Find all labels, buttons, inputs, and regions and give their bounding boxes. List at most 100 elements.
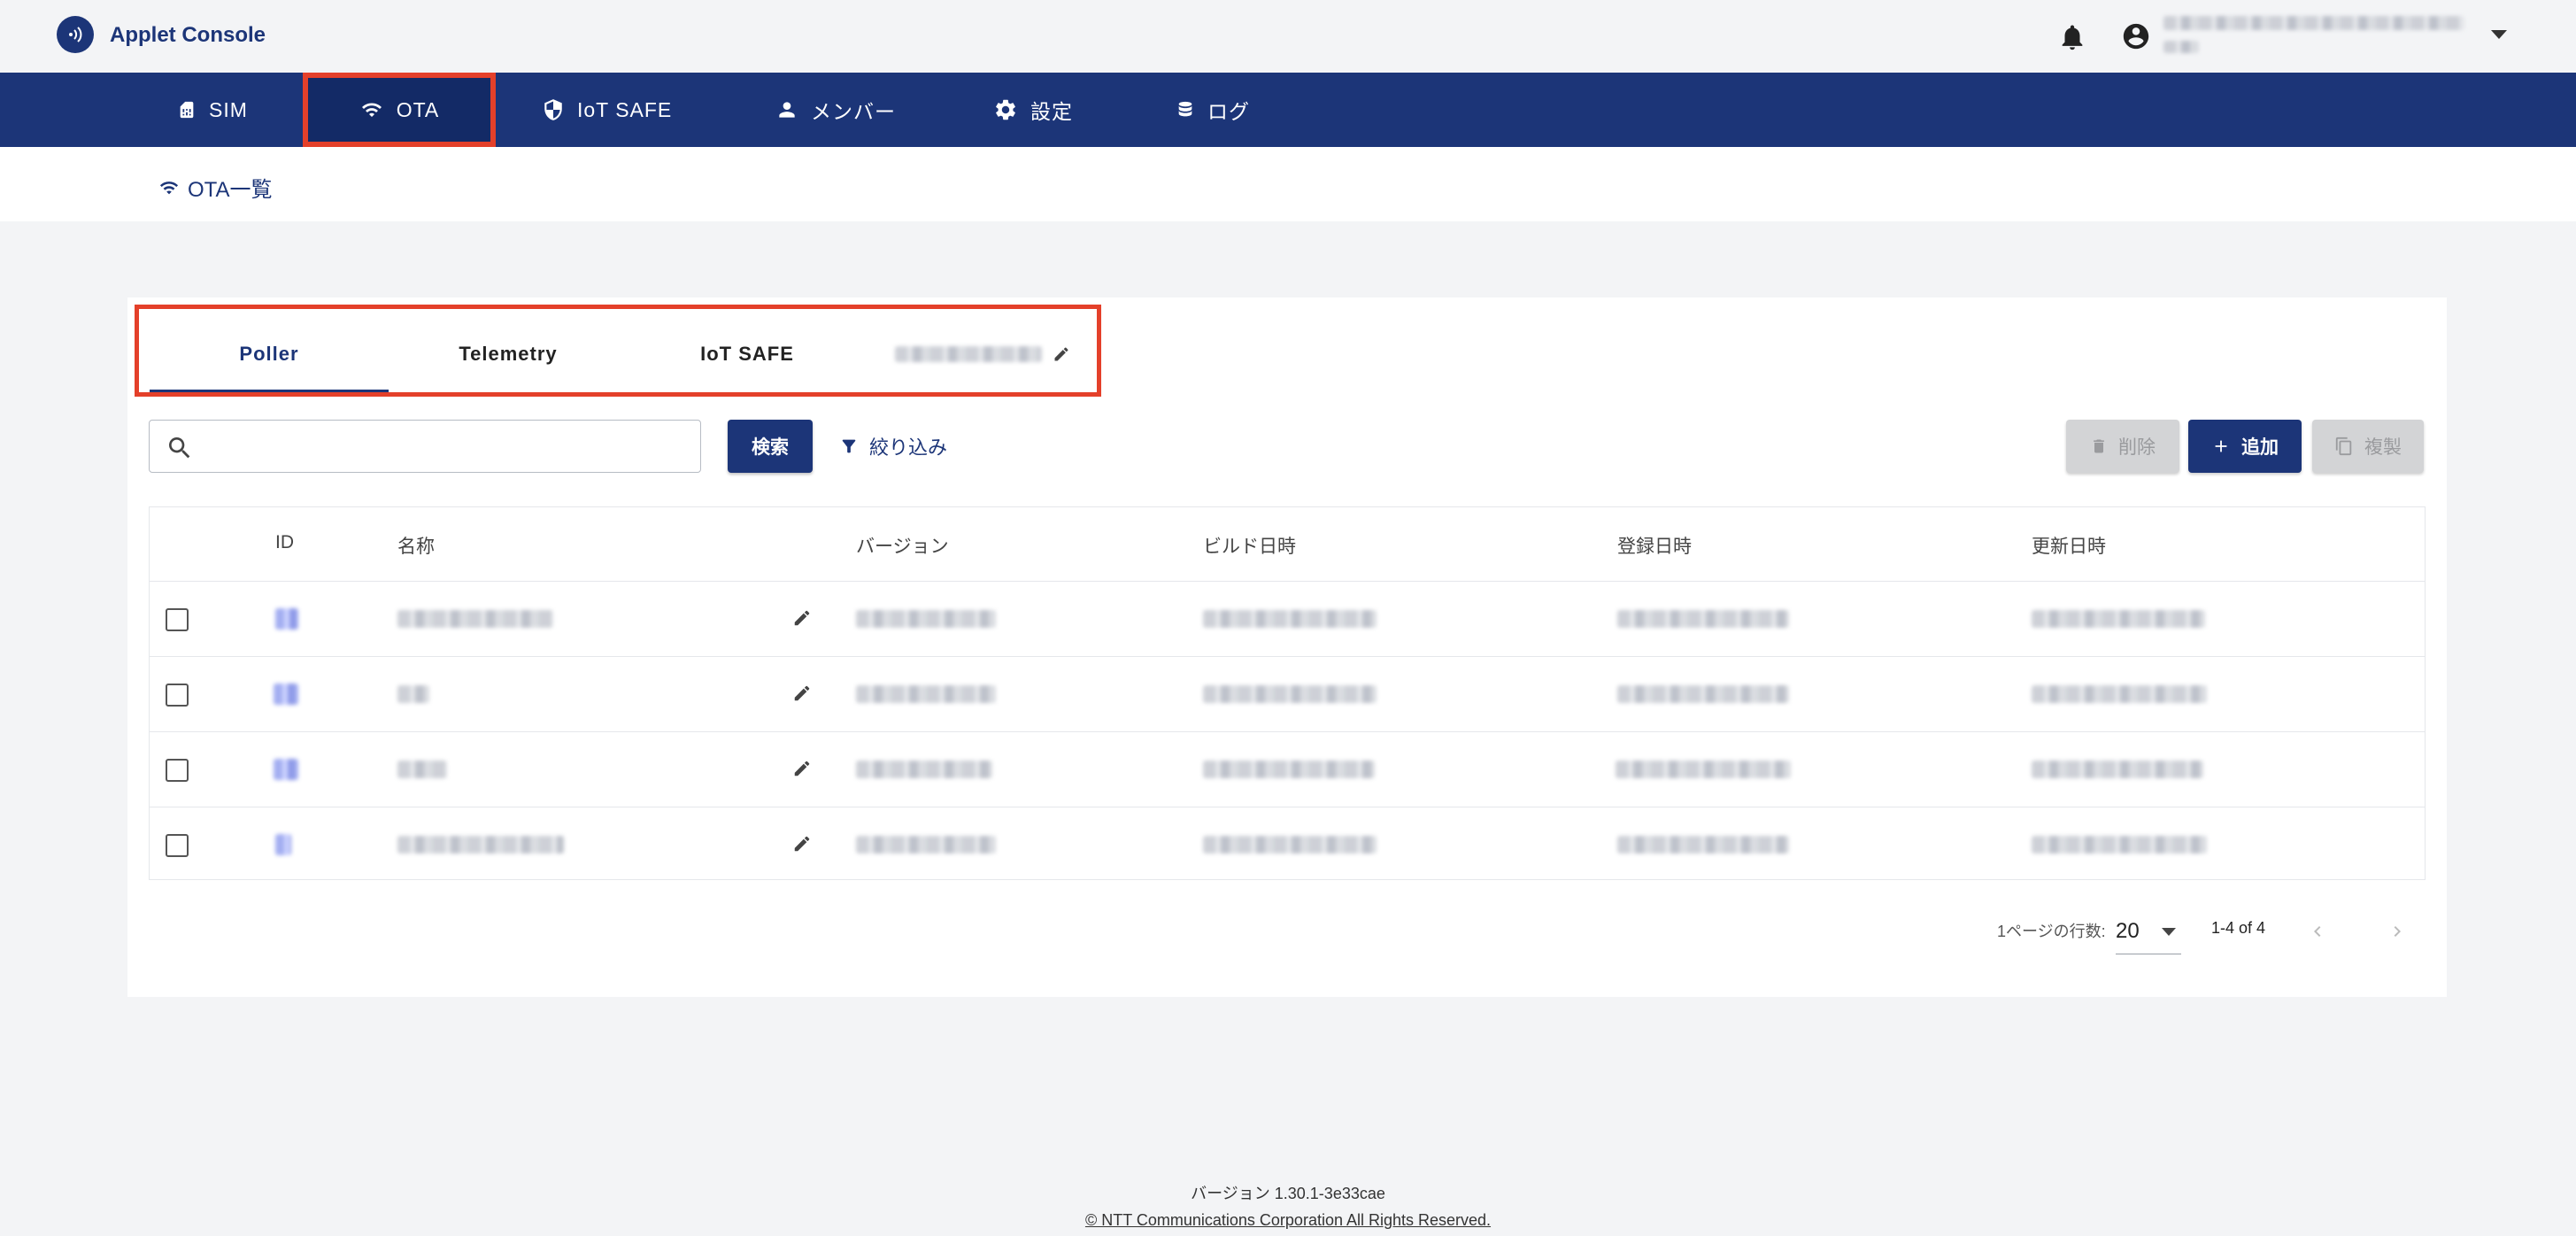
nav-item-iot-safe[interactable]: IoT SAFE	[542, 73, 672, 147]
delete-button[interactable]: 削除	[2066, 420, 2179, 473]
filter-icon	[842, 439, 856, 453]
table-row[interactable]	[150, 582, 2425, 657]
column-header-name[interactable]: 名称	[397, 532, 435, 559]
rows-per-page-select[interactable]: 20	[2116, 917, 2181, 954]
row-build-date-redacted	[1203, 685, 1377, 703]
main-nav: SIM OTA IoT SAFE メンバー 設定 ログ	[0, 73, 2576, 147]
ota-list-label: OTA一覧	[188, 178, 273, 202]
filter-label: 絞り込み	[869, 436, 948, 459]
rows-per-page-label: 1ページの行数:	[1997, 923, 2106, 940]
page-range-label: 1-4 of 4	[2211, 919, 2266, 937]
footer-copyright-link[interactable]: © NTT Communications Corporation All Rig…	[0, 1211, 2576, 1230]
tab-iot-safe[interactable]: IoT SAFE	[628, 313, 867, 395]
row-version-redacted	[856, 685, 996, 703]
rows-per-page-value: 20	[2116, 919, 2140, 943]
row-updated-date-redacted	[2032, 836, 2207, 854]
search-button[interactable]: 検索	[728, 420, 813, 473]
nav-item-label: IoT SAFE	[577, 97, 673, 121]
nav-item-members[interactable]: メンバー	[775, 73, 896, 147]
search-field[interactable]	[149, 420, 701, 473]
bell-icon[interactable]	[2057, 21, 2087, 58]
wifi-icon	[361, 103, 382, 117]
row-checkbox[interactable]	[166, 834, 189, 857]
row-id-redacted[interactable]	[274, 759, 298, 780]
nav-item-label: OTA	[396, 97, 440, 121]
row-checkbox[interactable]	[166, 608, 189, 631]
table-row[interactable]	[150, 807, 2425, 883]
copy-label: 複製	[2364, 437, 2402, 458]
row-id-redacted[interactable]	[275, 834, 291, 855]
row-registered-date-redacted	[1616, 761, 1791, 778]
account-menu-caret-icon[interactable]	[2491, 30, 2507, 39]
tab-label: Telemetry	[459, 343, 558, 365]
nav-item-label: ログ	[1207, 100, 1250, 123]
ota-list-link[interactable]: OTA一覧	[158, 172, 273, 203]
nav-item-label: メンバー	[811, 100, 896, 123]
add-label: 追加	[2241, 437, 2279, 458]
next-page-icon[interactable]	[2387, 921, 2408, 942]
tab-custom-redacted[interactable]	[867, 313, 1099, 395]
ota-card: Poller Telemetry IoT SAFE 検索 絞り込み 削除 追加 …	[127, 297, 2447, 997]
row-checkbox[interactable]	[166, 684, 189, 707]
edit-icon[interactable]	[792, 684, 812, 703]
row-id-redacted[interactable]	[274, 684, 298, 705]
app-logo	[57, 16, 94, 53]
ota-table: ID 名称 バージョン ビルド日時 登録日時 更新日時	[149, 506, 2426, 880]
column-header-updated-date[interactable]: 更新日時	[2032, 532, 2106, 559]
row-build-date-redacted	[1203, 836, 1377, 854]
database-icon	[1178, 101, 1192, 117]
row-name-redacted	[397, 610, 553, 628]
wifi-icon	[159, 181, 179, 194]
row-checkbox[interactable]	[166, 759, 189, 782]
row-version-redacted	[856, 761, 992, 778]
plus-icon	[2215, 440, 2227, 452]
table-row[interactable]	[150, 732, 2425, 807]
previous-page-icon[interactable]	[2307, 921, 2328, 942]
table-row[interactable]	[150, 657, 2425, 732]
tab-poller[interactable]: Poller	[150, 313, 389, 395]
row-updated-date-redacted	[2032, 761, 2203, 778]
sub-header: OTA一覧	[0, 147, 2576, 221]
tab-telemetry[interactable]: Telemetry	[389, 313, 628, 395]
column-header-build-date[interactable]: ビルド日時	[1203, 532, 1296, 559]
nav-item-logs[interactable]: ログ	[1176, 73, 1250, 147]
column-header-version[interactable]: バージョン	[856, 532, 949, 559]
row-id-redacted[interactable]	[275, 608, 298, 630]
row-name-redacted	[397, 685, 429, 703]
row-name-redacted	[397, 836, 564, 854]
shield-icon	[544, 99, 562, 120]
column-header-registered-date[interactable]: 登録日時	[1617, 532, 1692, 559]
nav-item-sim[interactable]: SIM	[177, 73, 248, 147]
row-updated-date-redacted	[2032, 685, 2207, 703]
nav-item-ota[interactable]: OTA	[303, 73, 496, 147]
chevron-down-icon	[2162, 928, 2176, 936]
edit-icon[interactable]	[792, 608, 812, 628]
row-build-date-redacted	[1203, 610, 1377, 628]
copy-button[interactable]: 複製	[2312, 420, 2424, 473]
tab-label: IoT SAFE	[700, 343, 794, 365]
edit-icon[interactable]	[792, 834, 812, 854]
account-circle-icon[interactable]	[2121, 21, 2151, 56]
row-version-redacted	[856, 610, 996, 628]
person-icon	[779, 102, 795, 118]
search-input[interactable]	[203, 428, 690, 465]
row-registered-date-redacted	[1617, 685, 1789, 703]
gear-icon	[996, 99, 1015, 120]
active-tab-indicator	[150, 390, 389, 392]
add-button[interactable]: 追加	[2188, 420, 2302, 473]
nav-item-settings[interactable]: 設定	[993, 73, 1073, 147]
column-header-id[interactable]: ID	[275, 532, 294, 553]
edit-icon[interactable]	[1053, 345, 1070, 363]
row-registered-date-redacted	[1617, 836, 1789, 854]
filter-button[interactable]: 絞り込み	[839, 432, 947, 460]
tab-label-redacted	[895, 346, 1042, 362]
row-build-date-redacted	[1203, 761, 1375, 778]
row-updated-date-redacted	[2032, 610, 2205, 628]
sim-card-icon	[180, 101, 194, 119]
trash-icon	[2094, 439, 2104, 453]
search-icon	[169, 437, 190, 459]
top-bar: Applet Console	[0, 0, 2576, 73]
edit-icon[interactable]	[792, 759, 812, 778]
footer-version: バージョン 1.30.1-3e33cae	[1191, 1185, 1385, 1202]
row-registered-date-redacted	[1617, 610, 1789, 628]
